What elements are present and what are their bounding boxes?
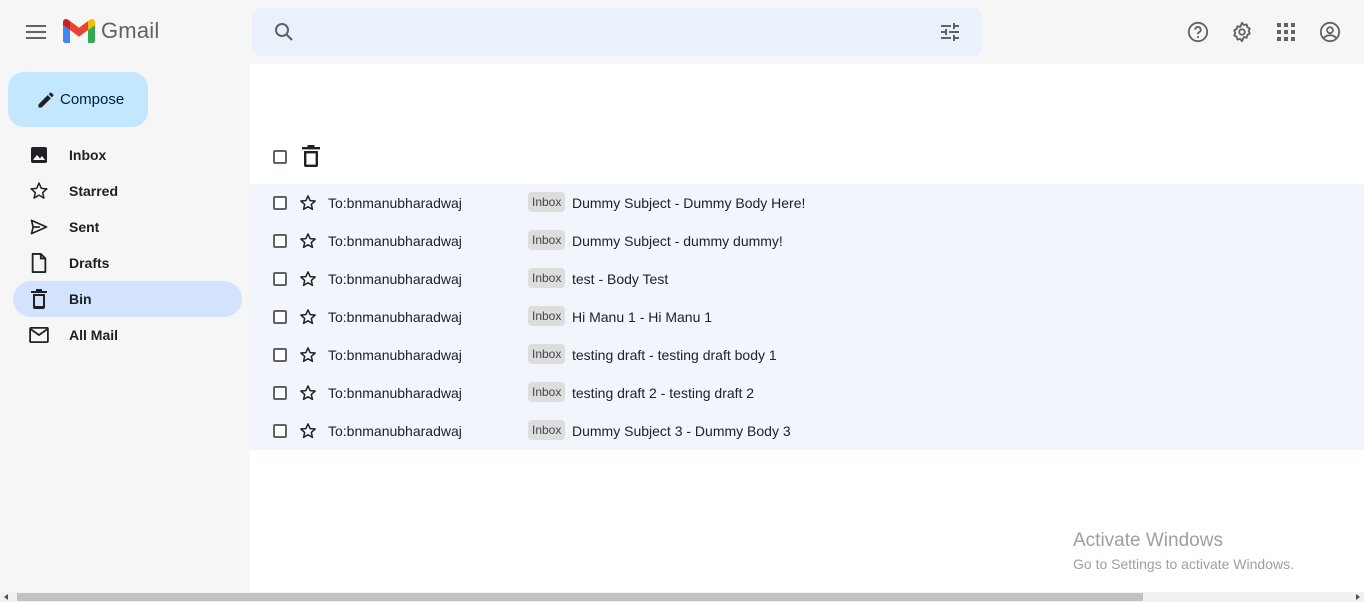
email-recipient: To:bnmanubharadwaj	[328, 271, 462, 287]
help-icon	[1187, 21, 1209, 43]
gmail-app: Gmail Compose Inbox Starred Sent Drafts …	[0, 0, 1364, 602]
email-subject: Dummy Subject - Dummy Body Here!	[572, 195, 806, 211]
email-list: To:bnmanubharadwaj Inbox Dummy Subject -…	[250, 184, 1364, 450]
email-row[interactable]: To:bnmanubharadwaj Inbox test - Body Tes…	[250, 260, 1364, 298]
account-circle-icon	[1319, 21, 1341, 43]
email-row[interactable]: To:bnmanubharadwaj Inbox Hi Manu 1 - Hi …	[250, 298, 1364, 336]
row-checkbox[interactable]	[273, 196, 287, 210]
row-checkbox[interactable]	[273, 310, 287, 324]
sidebar-item-drafts[interactable]: Drafts	[13, 245, 242, 281]
watermark-subtitle: Go to Settings to activate Windows.	[1073, 556, 1294, 572]
scroll-right-arrow-icon[interactable]	[1356, 594, 1360, 600]
label-tag: Inbox	[528, 344, 566, 364]
delete-icon[interactable]	[302, 145, 320, 167]
main-menu-button[interactable]	[24, 20, 48, 44]
star-icon[interactable]	[299, 422, 317, 440]
sidebar-item-inbox[interactable]: Inbox	[13, 137, 242, 173]
label-tag: Inbox	[528, 306, 566, 326]
draft-icon	[29, 253, 49, 273]
email-subject: Hi Manu 1 - Hi Manu 1	[572, 309, 713, 325]
email-recipient: To:bnmanubharadwaj	[328, 309, 462, 325]
email-subject: Dummy Subject 3 - Dummy Body 3	[572, 423, 791, 439]
row-checkbox[interactable]	[273, 424, 287, 438]
sidebar-item-bin[interactable]: Bin	[13, 281, 242, 317]
apps-grid-icon	[1277, 23, 1295, 41]
search-options-icon[interactable]	[938, 20, 962, 44]
email-recipient: To:bnmanubharadwaj	[328, 385, 462, 401]
compose-label: Compose	[60, 91, 125, 108]
sidebar-item-label: Inbox	[69, 147, 107, 163]
star-icon[interactable]	[299, 194, 317, 212]
sidebar-item-sent[interactable]: Sent	[13, 209, 242, 245]
star-icon[interactable]	[299, 346, 317, 364]
search-bar	[252, 8, 982, 56]
row-checkbox[interactable]	[273, 348, 287, 362]
star-icon[interactable]	[299, 270, 317, 288]
mail-icon	[29, 325, 49, 345]
compose-button[interactable]: Compose	[8, 72, 148, 127]
search-input[interactable]	[312, 16, 912, 48]
send-icon	[29, 217, 49, 237]
apps-button[interactable]	[1274, 20, 1298, 44]
sidebar-item-label: All Mail	[69, 327, 119, 343]
sidebar-item-label: Starred	[69, 183, 119, 199]
gmail-logo[interactable]: Gmail	[63, 18, 159, 44]
email-recipient: To:bnmanubharadwaj	[328, 423, 462, 439]
email-row[interactable]: To:bnmanubharadwaj Inbox testing draft 2…	[250, 374, 1364, 412]
star-icon	[29, 181, 49, 201]
star-icon[interactable]	[299, 308, 317, 326]
search-icon[interactable]	[272, 20, 296, 44]
list-toolbar	[250, 144, 450, 170]
email-subject: Dummy Subject - dummy dummy!	[572, 233, 783, 249]
app-name: Gmail	[101, 18, 160, 43]
settings-button[interactable]	[1230, 20, 1254, 44]
label-tag: Inbox	[528, 192, 566, 212]
email-recipient: To:bnmanubharadwaj	[328, 195, 462, 211]
windows-activation-watermark: Activate Windows Go to Settings to activ…	[1073, 530, 1294, 572]
email-recipient: To:bnmanubharadwaj	[328, 347, 462, 363]
email-recipient: To:bnmanubharadwaj	[328, 233, 462, 249]
scroll-left-arrow-icon[interactable]	[4, 594, 8, 600]
trash-icon	[29, 289, 49, 309]
pencil-icon	[38, 92, 54, 107]
sidebar-item-all-mail[interactable]: All Mail	[13, 317, 242, 353]
email-row[interactable]: To:bnmanubharadwaj Inbox Dummy Subject -…	[250, 184, 1364, 222]
email-subject: testing draft 2 - testing draft 2	[572, 385, 755, 401]
top-header: Gmail	[0, 0, 1364, 64]
scrollbar-thumb[interactable]	[17, 593, 1143, 601]
sidebar-item-label: Sent	[69, 219, 100, 235]
label-tag: Inbox	[528, 230, 566, 250]
star-icon[interactable]	[299, 384, 317, 402]
gmail-m-icon	[63, 18, 95, 43]
account-button[interactable]	[1318, 20, 1342, 44]
sidebar-item-label: Drafts	[69, 255, 110, 271]
gear-icon	[1233, 21, 1251, 43]
hamburger-menu-icon	[26, 25, 46, 39]
sidebar-item-starred[interactable]: Starred	[13, 173, 242, 209]
email-subject: test - Body Test	[572, 271, 669, 287]
label-tag: Inbox	[528, 382, 566, 402]
sidebar-nav: Inbox Starred Sent Drafts Bin All Mail	[13, 137, 242, 353]
image-icon	[29, 145, 49, 165]
main-content: To:bnmanubharadwaj Inbox Dummy Subject -…	[250, 64, 1364, 592]
row-checkbox[interactable]	[273, 234, 287, 248]
horizontal-scrollbar[interactable]	[0, 592, 1364, 602]
sidebar-item-label: Bin	[69, 291, 92, 307]
star-icon[interactable]	[299, 232, 317, 250]
watermark-title: Activate Windows	[1073, 530, 1223, 551]
email-row[interactable]: To:bnmanubharadwaj Inbox Dummy Subject -…	[250, 222, 1364, 260]
label-tag: Inbox	[528, 268, 566, 288]
row-checkbox[interactable]	[273, 386, 287, 400]
support-button[interactable]	[1186, 20, 1210, 44]
row-checkbox[interactable]	[273, 272, 287, 286]
email-subject: testing draft - testing draft body 1	[572, 347, 777, 363]
email-row[interactable]: To:bnmanubharadwaj Inbox Dummy Subject 3…	[250, 412, 1364, 450]
label-tag: Inbox	[528, 420, 566, 440]
email-row[interactable]: To:bnmanubharadwaj Inbox testing draft -…	[250, 336, 1364, 374]
select-all-checkbox[interactable]	[273, 150, 287, 164]
